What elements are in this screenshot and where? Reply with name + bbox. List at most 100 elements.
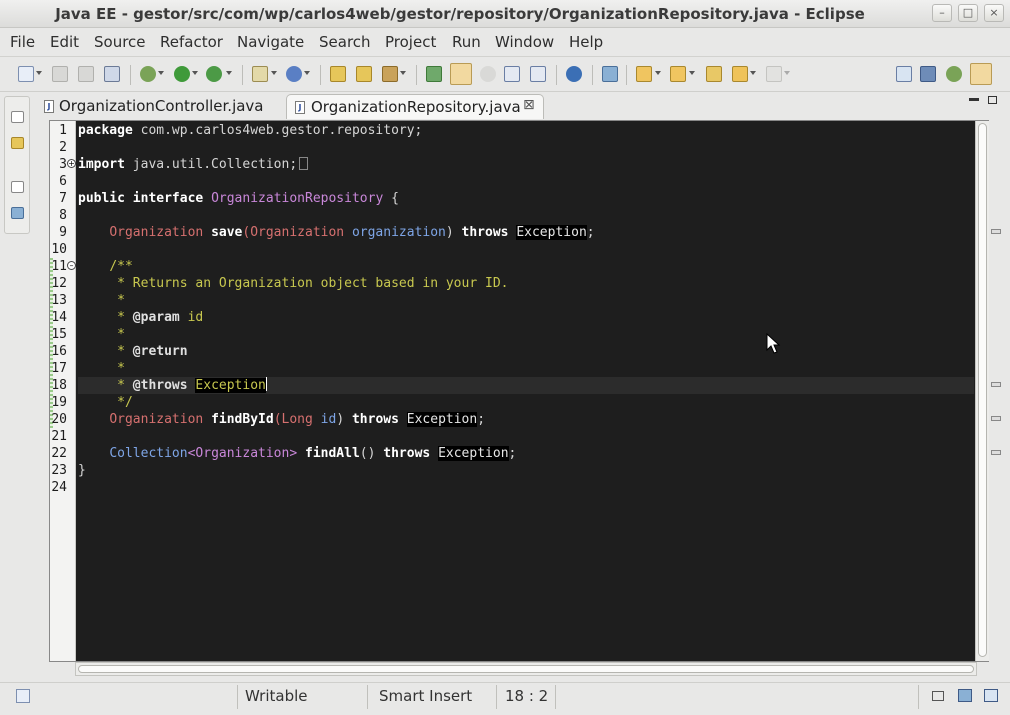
search-tool-icon[interactable] — [382, 66, 398, 82]
code-line: * @throws Exception — [109, 377, 267, 393]
minimize-button[interactable]: – — [932, 4, 952, 22]
close-tab-icon[interactable]: ⊠ — [523, 97, 535, 113]
run-icon[interactable] — [174, 66, 190, 82]
code-line: /** — [109, 259, 133, 274]
problems-icon[interactable] — [984, 689, 998, 702]
collapse-fold-icon[interactable]: – — [67, 261, 76, 270]
next-annotation-dropdown-arrow[interactable] — [655, 71, 661, 75]
debug-dropdown-arrow[interactable] — [158, 71, 164, 75]
new-icon[interactable] — [18, 66, 34, 82]
open-type-icon[interactable] — [330, 66, 346, 82]
save-icon[interactable] — [52, 66, 68, 82]
back-dropdown-arrow[interactable] — [750, 71, 756, 75]
tab-label: OrganizationController.java — [59, 97, 264, 115]
code-editor[interactable]: 1 2 3 6 7 8 9 10 11 12 13 14 15 16 17 18… — [49, 120, 989, 662]
occurrence-marker[interactable] — [991, 416, 1001, 421]
line-number: 3 — [59, 157, 67, 172]
open-perspective-icon[interactable] — [896, 66, 912, 82]
line-number: 14 — [51, 310, 67, 325]
restore-icon[interactable] — [932, 691, 944, 701]
line-number: 2 — [59, 140, 67, 155]
java-file-icon: J — [44, 100, 54, 113]
project-explorer-icon[interactable] — [11, 137, 24, 149]
tab-organization-controller[interactable]: J OrganizationController.java — [36, 94, 286, 119]
fast-view-icon[interactable] — [16, 689, 30, 703]
web-browser-icon[interactable] — [566, 66, 582, 82]
occurrence-marker[interactable] — [991, 450, 1001, 455]
last-edit-location-icon[interactable] — [706, 66, 722, 82]
menu-source[interactable]: Source — [94, 33, 146, 51]
show-whitespace-icon[interactable] — [504, 66, 520, 82]
minimize-editor-icon[interactable] — [969, 98, 979, 101]
new-server-icon[interactable] — [252, 66, 268, 82]
prev-annotation-icon[interactable] — [670, 66, 686, 82]
menu-edit[interactable]: Edit — [50, 33, 79, 51]
code-line: } — [78, 463, 86, 478]
status-separator — [367, 685, 368, 709]
menu-project[interactable]: Project — [385, 33, 436, 51]
tab-label: OrganizationRepository.java — [311, 98, 521, 116]
outline-icon[interactable] — [11, 207, 24, 219]
restore-icon[interactable] — [11, 181, 24, 193]
tab-organization-repository[interactable]: J OrganizationRepository.java ⊠ — [286, 94, 544, 119]
code-line: */ — [109, 395, 133, 410]
prev-annotation-dropdown-arrow[interactable] — [689, 71, 695, 75]
menu-window[interactable]: Window — [495, 33, 554, 51]
insert-mode-status: Smart Insert — [379, 687, 473, 705]
menu-help[interactable]: Help — [569, 33, 603, 51]
cursor-position-status: 18 : 2 — [505, 687, 549, 705]
scrollbar-thumb[interactable] — [78, 665, 974, 673]
horizontal-scrollbar[interactable] — [75, 662, 977, 676]
save-all-icon[interactable] — [78, 66, 94, 82]
new-dropdown-arrow[interactable] — [36, 71, 42, 75]
menu-refactor[interactable]: Refactor — [160, 33, 223, 51]
web-service-dropdown-arrow[interactable] — [304, 71, 310, 75]
code-line: import java.util.Collection; — [78, 156, 309, 173]
debug-icon[interactable] — [140, 66, 156, 82]
team-sync-icon[interactable] — [602, 66, 618, 82]
code-area[interactable]: package com.wp.carlos4web.gestor.reposit… — [78, 121, 974, 661]
next-annotation-icon[interactable] — [636, 66, 652, 82]
scrollbar-thumb[interactable] — [978, 123, 987, 657]
code-line: * Returns an Organization object based i… — [109, 276, 509, 291]
menu-search[interactable]: Search — [319, 33, 371, 51]
toggle-annotation-icon[interactable] — [426, 66, 442, 82]
folded-import-box[interactable] — [299, 157, 309, 170]
line-number: 18 — [51, 378, 67, 393]
web-service-icon[interactable] — [286, 66, 302, 82]
paragraph-icon[interactable] — [530, 66, 546, 82]
search-dropdown-arrow[interactable] — [400, 71, 406, 75]
forward-dropdown-arrow[interactable] — [784, 71, 790, 75]
print-icon[interactable] — [104, 66, 120, 82]
menu-navigate[interactable]: Navigate — [237, 33, 304, 51]
line-number: 20 — [51, 412, 67, 427]
maximize-button[interactable]: □ — [958, 4, 978, 22]
code-line: package com.wp.carlos4web.gestor.reposit… — [78, 123, 423, 138]
debug-perspective-icon[interactable] — [946, 66, 962, 82]
line-number: 23 — [51, 463, 67, 478]
run-dropdown-arrow[interactable] — [192, 71, 198, 75]
eclipse-window: Java EE - gestor/src/com/wp/carlos4web/g… — [0, 0, 1010, 715]
new-server-dropdown-arrow[interactable] — [271, 71, 277, 75]
java-ee-perspective-icon[interactable] — [920, 66, 936, 82]
maximize-editor-icon[interactable] — [988, 96, 997, 104]
vertical-scrollbar[interactable] — [975, 121, 989, 661]
external-tools-dropdown-arrow[interactable] — [226, 71, 232, 75]
external-tools-icon[interactable] — [206, 66, 222, 82]
console-icon[interactable] — [958, 689, 972, 702]
block-selection-icon[interactable] — [480, 66, 496, 82]
expand-fold-icon[interactable]: + — [67, 159, 76, 168]
mark-occurrences-icon[interactable] — [450, 63, 472, 85]
occurrence-marker[interactable] — [991, 229, 1001, 234]
menu-file[interactable]: File — [10, 33, 35, 51]
back-icon[interactable] — [732, 66, 748, 82]
occurrence-marker[interactable] — [991, 382, 1001, 387]
line-number: 15 — [51, 327, 67, 342]
line-number: 7 — [59, 191, 67, 206]
java-perspective-icon[interactable] — [970, 63, 992, 85]
forward-icon[interactable] — [766, 66, 782, 82]
close-button[interactable]: × — [984, 4, 1004, 22]
menu-run[interactable]: Run — [452, 33, 481, 51]
open-resource-icon[interactable] — [356, 66, 372, 82]
restore-icon[interactable] — [11, 111, 24, 123]
